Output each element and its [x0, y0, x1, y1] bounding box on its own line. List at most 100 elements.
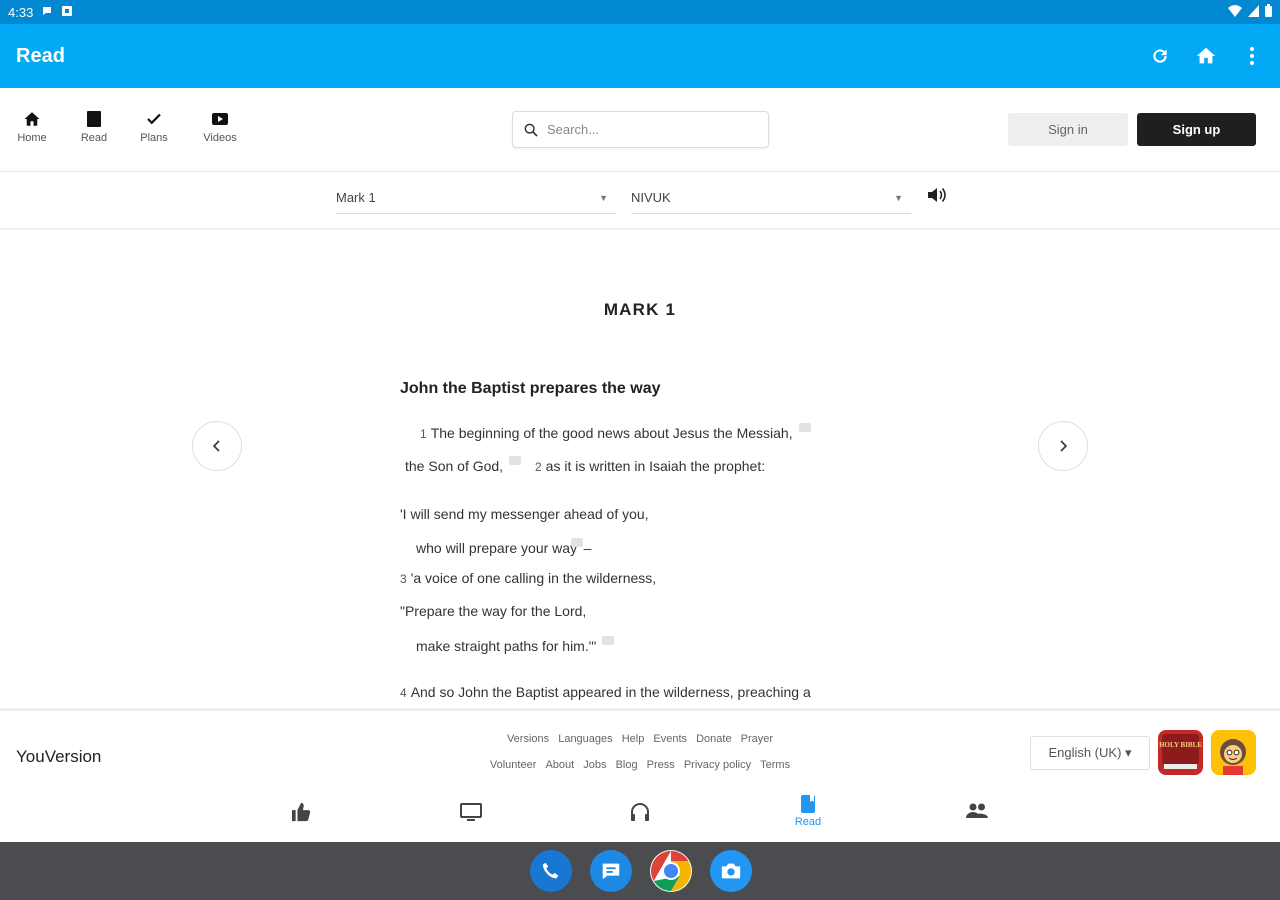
- video-icon: [212, 113, 228, 125]
- status-bar: 4:33: [0, 0, 1280, 24]
- verse-line[interactable]: the Son of God, 2 as it is written in Isa…: [405, 456, 765, 474]
- footer-link-blog[interactable]: Blog: [616, 759, 638, 771]
- next-chapter-button[interactable]: [1038, 421, 1088, 471]
- tab-for-you[interactable]: [272, 802, 332, 822]
- nav-item-plans[interactable]: Plans: [129, 110, 179, 144]
- bottom-tab-bar: Read: [0, 784, 1280, 842]
- language-select[interactable]: English (UK) ▾: [1030, 736, 1150, 770]
- verse-text: And so John the Baptist appeared in the …: [410, 684, 811, 700]
- headphones-icon: [631, 803, 649, 821]
- nav-label-home: Home: [17, 132, 47, 144]
- version-value: NIVUK: [631, 190, 671, 205]
- verse-text: who will prepare your way' –: [416, 540, 592, 556]
- verse-text: 'I will send my messenger ahead of you,: [400, 506, 649, 522]
- footer-link-events[interactable]: Events: [653, 733, 687, 745]
- app-notification-icon: [61, 5, 73, 20]
- verse-text: 'a voice of one calling in the wildernes…: [410, 570, 657, 586]
- app-bar: Read: [0, 24, 1280, 88]
- audio-icon[interactable]: [926, 185, 948, 205]
- verse-number: 1: [420, 427, 427, 441]
- verse-line[interactable]: 4 And so John the Baptist appeared in the…: [400, 684, 811, 700]
- nav-item-read[interactable]: Read: [69, 110, 119, 144]
- verse-text: the Son of God,: [405, 458, 504, 474]
- signal-icon: [1248, 4, 1259, 20]
- quote-line[interactable]: 3'a voice of one calling in the wilderne…: [400, 570, 656, 586]
- nav-item-videos[interactable]: Videos: [195, 110, 245, 144]
- chevron-down-icon: ▼: [599, 192, 608, 203]
- quote-line[interactable]: make straight paths for him."': [416, 636, 615, 654]
- sign-up-button[interactable]: Sign up: [1137, 113, 1256, 146]
- quote-line[interactable]: "Prepare the way for the Lord,: [400, 603, 586, 619]
- search-box[interactable]: [512, 111, 769, 148]
- battery-icon: [1265, 4, 1272, 20]
- system-dock: [0, 842, 1280, 900]
- footer-link-privacy[interactable]: Privacy policy: [684, 759, 751, 771]
- footer-link-terms[interactable]: Terms: [760, 759, 790, 771]
- tab-friends[interactable]: [947, 802, 1007, 820]
- nav-label-plans: Plans: [140, 132, 168, 144]
- bible-app-badge[interactable]: HOLY BIBLE: [1158, 730, 1203, 775]
- footer-link-versions[interactable]: Versions: [507, 733, 549, 745]
- tab-audio[interactable]: [610, 802, 670, 822]
- book-chapter-value: Mark 1: [336, 190, 376, 205]
- book-chapter-select[interactable]: Mark 1 ▼: [336, 182, 616, 214]
- footnote-icon[interactable]: [602, 636, 615, 645]
- book-icon: [801, 795, 815, 813]
- tv-icon: [460, 803, 482, 821]
- refresh-icon[interactable]: [1148, 44, 1172, 68]
- verse-line[interactable]: 1 The beginning of the good news about Je…: [420, 423, 811, 441]
- footer-link-donate[interactable]: Donate: [696, 733, 731, 745]
- footnote-icon[interactable]: [571, 538, 584, 547]
- bible-app-badge-text: HOLY BIBLE: [1159, 741, 1202, 749]
- check-icon: [147, 113, 161, 125]
- quote-line[interactable]: who will prepare your way' –: [416, 538, 599, 556]
- footer-link-help[interactable]: Help: [622, 733, 645, 745]
- footer-link-prayer[interactable]: Prayer: [741, 733, 773, 745]
- site-footer: YouVersion Versions Languages Help Event…: [0, 708, 1280, 784]
- people-icon: [966, 803, 988, 818]
- kids-bible-app-icon: [1220, 739, 1246, 775]
- previous-chapter-button[interactable]: [192, 421, 242, 471]
- verse-text: "Prepare the way for the Lord,: [400, 603, 587, 619]
- camera-icon[interactable]: [710, 850, 752, 892]
- chevron-down-icon: ▼: [894, 192, 903, 203]
- reader-toolbar: Mark 1 ▼ NIVUK ▼: [0, 172, 1280, 230]
- chevron-left-icon: [212, 440, 220, 452]
- bible-app-icon: HOLY BIBLE: [1159, 734, 1202, 769]
- status-time: 4:33: [8, 4, 34, 20]
- footer-link-about[interactable]: About: [545, 759, 574, 771]
- book-icon: [87, 111, 101, 127]
- search-input[interactable]: [547, 122, 747, 137]
- verse-number: 4: [400, 686, 407, 700]
- chevron-right-icon: [1060, 440, 1068, 452]
- footnote-icon[interactable]: [509, 456, 522, 465]
- footnote-icon[interactable]: [798, 423, 811, 432]
- home-icon[interactable]: [1194, 44, 1218, 68]
- messages-icon[interactable]: [590, 850, 632, 892]
- chrome-icon[interactable]: [650, 850, 692, 892]
- verse-text: as it is written in Isaiah the prophet:: [545, 458, 766, 474]
- footer-link-volunteer[interactable]: Volunteer: [490, 759, 536, 771]
- verse-number: 2: [534, 460, 542, 474]
- quote-line[interactable]: 'I will send my messenger ahead of you,: [400, 506, 649, 522]
- nav-label-read: Read: [80, 132, 108, 144]
- footer-link-languages[interactable]: Languages: [558, 733, 612, 745]
- search-icon: [524, 123, 538, 137]
- more-vert-icon[interactable]: [1240, 44, 1264, 68]
- site-header: Home Read Plans Videos Sign in Sign up: [0, 88, 1280, 172]
- phone-icon[interactable]: [530, 850, 572, 892]
- reader-content: MARK 1 John the Baptist prepares the way…: [0, 230, 1280, 708]
- nav-item-home[interactable]: Home: [7, 110, 57, 144]
- thumbs-up-icon: [292, 802, 311, 822]
- section-heading: John the Baptist prepares the way: [400, 380, 661, 397]
- tab-read[interactable]: Read: [778, 794, 838, 828]
- tab-videos[interactable]: [441, 802, 501, 822]
- kids-bible-app-badge[interactable]: [1211, 730, 1256, 775]
- wifi-icon: [1228, 4, 1242, 20]
- sign-in-button[interactable]: Sign in: [1008, 113, 1128, 146]
- chat-notification-icon: [41, 5, 53, 20]
- tab-read-label: Read: [794, 816, 822, 828]
- footer-link-jobs[interactable]: Jobs: [583, 759, 606, 771]
- footer-link-press[interactable]: Press: [647, 759, 675, 771]
- version-select[interactable]: NIVUK ▼: [631, 182, 911, 214]
